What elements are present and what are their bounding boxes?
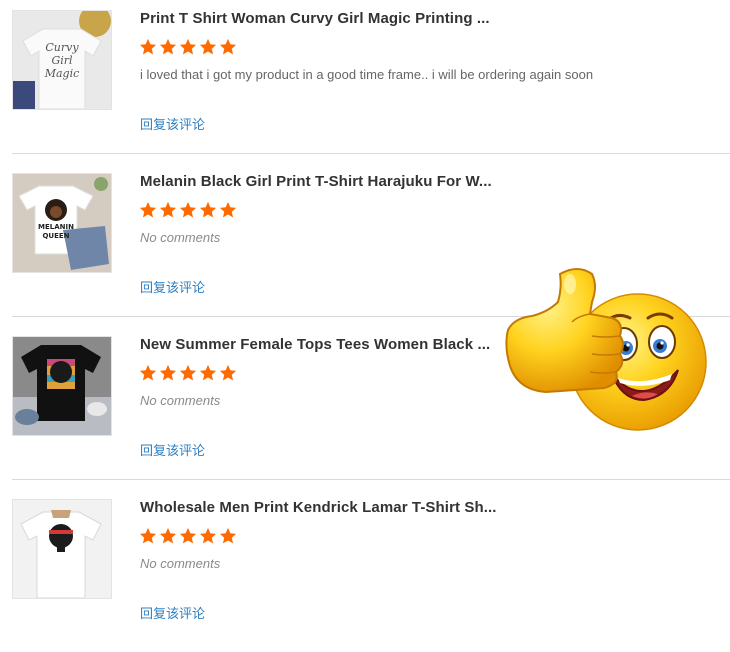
star-icon: [199, 364, 217, 381]
product-thumbnail[interactable]: [12, 499, 112, 599]
reply-link[interactable]: 回复该评论: [140, 440, 205, 459]
star-icon: [159, 527, 177, 544]
review-comment: No comments: [140, 393, 221, 408]
star-rating: [139, 364, 237, 384]
star-icon: [219, 364, 237, 381]
reply-link[interactable]: 回复该评论: [140, 603, 205, 622]
thumb-text: MELANIN: [38, 223, 74, 231]
review-comment: i loved that i got my product in a good …: [140, 67, 594, 82]
star-icon: [179, 201, 197, 218]
product-thumbnail[interactable]: Curvy Girl Magic: [12, 10, 112, 110]
star-icon: [199, 201, 217, 218]
star-icon: [219, 38, 237, 55]
divider: [12, 479, 730, 480]
star-icon: [159, 364, 177, 381]
review-item: Curvy Girl Magic Print T Shirt Woman Cur…: [12, 0, 730, 163]
product-title[interactable]: Wholesale Men Print Kendrick Lamar T-Shi…: [140, 499, 500, 516]
star-rating: [139, 201, 237, 221]
thumb-text: Girl: [51, 54, 73, 67]
review-item: Wholesale Men Print Kendrick Lamar T-Shi…: [12, 489, 730, 652]
product-thumbnail[interactable]: MELANIN QUEEN: [12, 173, 112, 273]
star-rating: [139, 527, 237, 547]
review-comment: No comments: [140, 556, 221, 571]
star-icon: [139, 38, 157, 55]
thumb-text: Curvy: [45, 41, 79, 54]
star-icon: [139, 364, 157, 381]
thumb-text: QUEEN: [42, 232, 69, 240]
star-icon: [199, 527, 217, 544]
star-icon: [179, 364, 197, 381]
star-icon: [199, 38, 217, 55]
star-icon: [159, 201, 177, 218]
divider: [12, 153, 730, 154]
star-icon: [219, 527, 237, 544]
thumbs-up-smiley-icon: [505, 268, 707, 431]
star-icon: [139, 201, 157, 218]
product-title[interactable]: Melanin Black Girl Print T-Shirt Harajuk…: [140, 173, 500, 190]
product-title[interactable]: New Summer Female Tops Tees Women Black …: [140, 336, 500, 353]
star-icon: [219, 201, 237, 218]
star-icon: [159, 38, 177, 55]
star-icon: [179, 527, 197, 544]
star-icon: [139, 527, 157, 544]
review-comment: No comments: [140, 230, 221, 245]
reply-link[interactable]: 回复该评论: [140, 114, 205, 133]
star-icon: [179, 38, 197, 55]
reply-link[interactable]: 回复该评论: [140, 277, 205, 296]
star-rating: [139, 38, 237, 58]
product-title[interactable]: Print T Shirt Woman Curvy Girl Magic Pri…: [140, 10, 500, 27]
product-thumbnail[interactable]: [12, 336, 112, 436]
thumb-text: Magic: [44, 67, 80, 80]
